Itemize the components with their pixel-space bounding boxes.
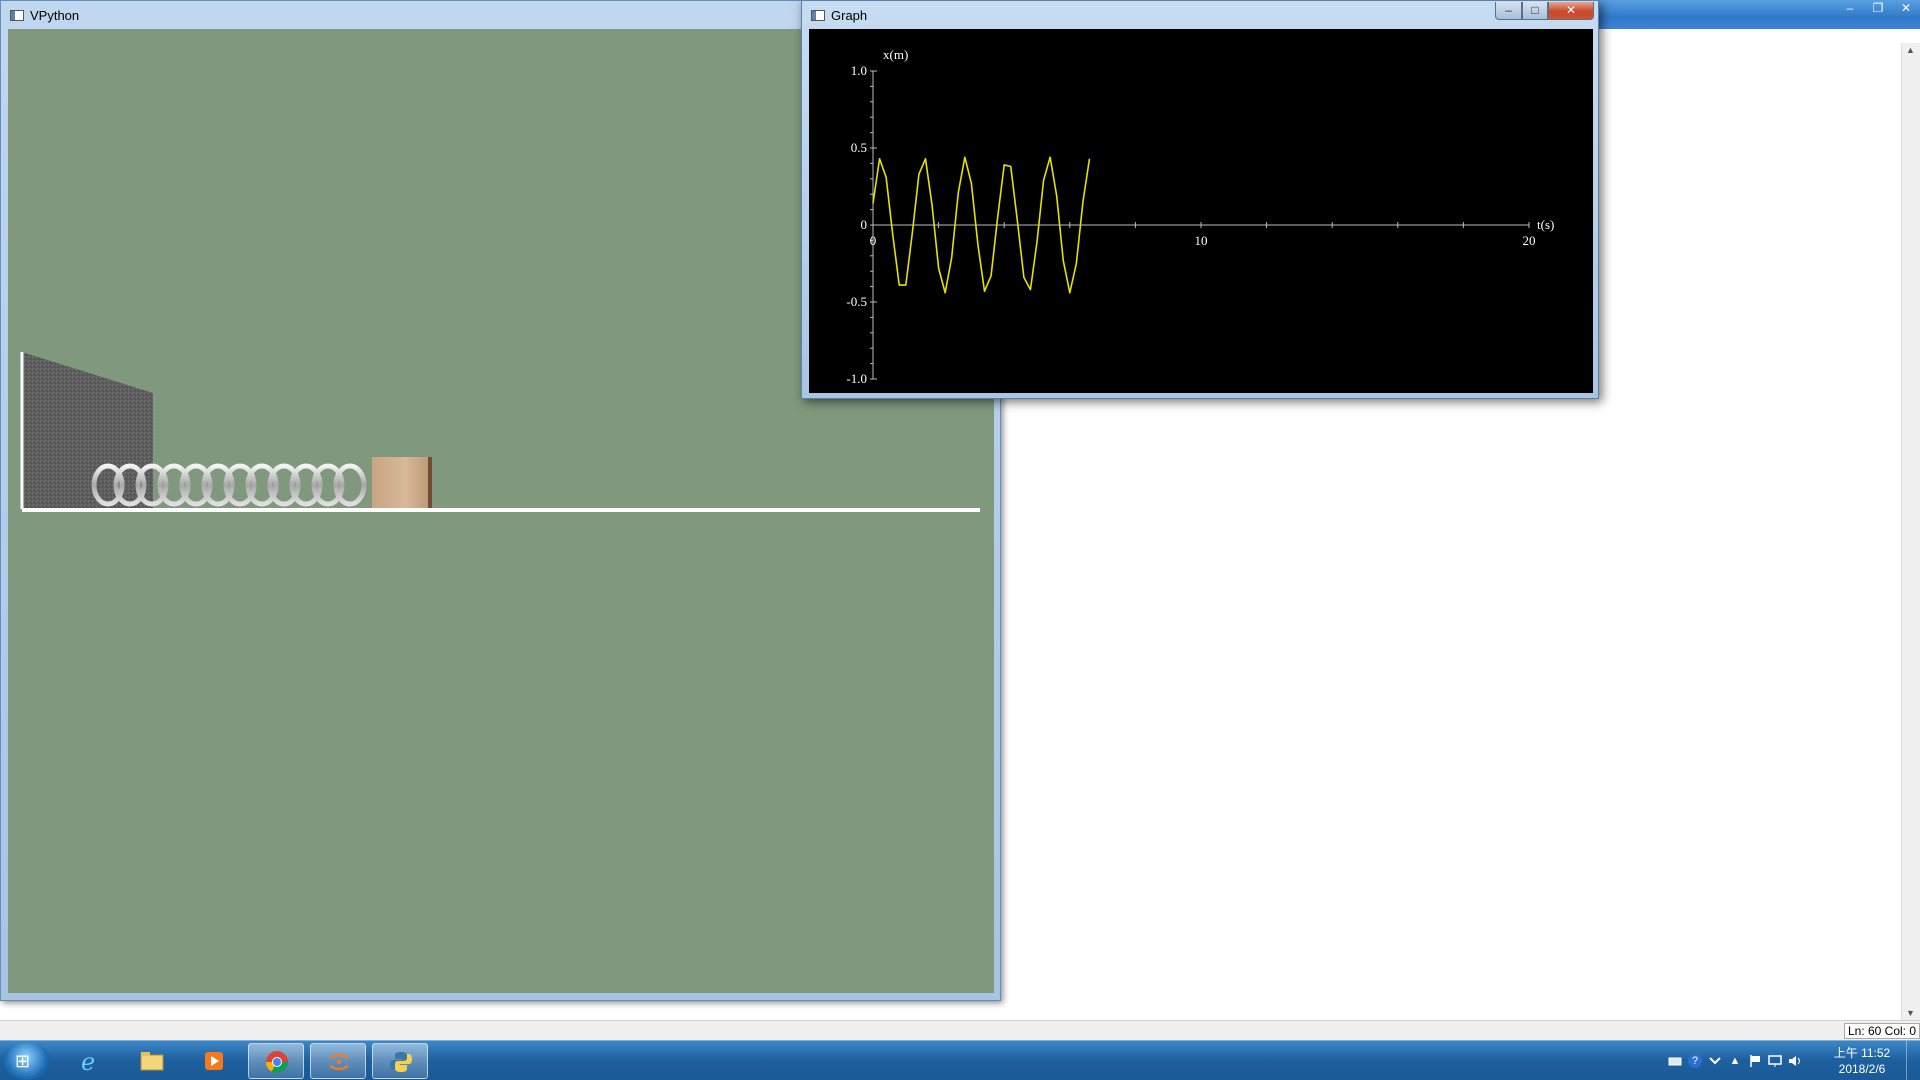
x-tick-label: 0 xyxy=(870,233,877,248)
clock-date: 2018/2/6 xyxy=(1838,1062,1886,1076)
mass-block xyxy=(372,457,428,509)
y-tick-label: -1.0 xyxy=(846,371,867,386)
x-tick-label: 20 xyxy=(1523,233,1536,248)
keyboard-icon[interactable] xyxy=(1668,1054,1682,1068)
y-tick-label: -0.5 xyxy=(846,294,867,309)
graph-window-title: Graph xyxy=(831,8,868,23)
network-icon[interactable] xyxy=(1768,1054,1782,1068)
mass-block-side xyxy=(428,457,432,509)
clock-time: 上午 11:52 xyxy=(1833,1046,1891,1060)
window-app-icon xyxy=(10,10,24,21)
cursor-position-status: Ln: 60 Col: 0 xyxy=(1843,1023,1920,1039)
window-app-icon xyxy=(811,10,825,21)
graph-titlebar[interactable]: Graph – □ ✕ xyxy=(802,1,1598,29)
show-desktop-button[interactable] xyxy=(1906,1041,1920,1080)
y-tick-label: 1.0 xyxy=(851,63,867,78)
media-player-icon xyxy=(205,1052,223,1070)
internet-explorer-icon: e xyxy=(81,1049,95,1073)
taskbar-app-orange[interactable] xyxy=(310,1043,366,1079)
y-tick-label: 0.5 xyxy=(851,140,867,155)
taskbar-python[interactable] xyxy=(372,1043,428,1079)
graph-maximize-button[interactable]: □ xyxy=(1522,2,1548,20)
start-button[interactable]: ⊞ xyxy=(2,1042,50,1080)
folder-icon xyxy=(140,1052,164,1071)
taskbar-clock[interactable]: 上午 11:52 2018/2/6 xyxy=(1826,1045,1898,1077)
volume-icon[interactable] xyxy=(1788,1054,1802,1068)
graph-minimize-button[interactable]: – xyxy=(1495,2,1522,20)
scroll-up-arrow-icon[interactable]: ▲ xyxy=(1906,45,1915,55)
background-close-button[interactable]: ✕ xyxy=(1892,0,1920,18)
scroll-down-arrow-icon[interactable]: ▼ xyxy=(1906,1008,1915,1018)
graph-close-button[interactable]: ✕ xyxy=(1548,2,1594,20)
chrome-icon xyxy=(266,1051,288,1073)
help-icon[interactable]: ? xyxy=(1688,1054,1702,1068)
python-icon xyxy=(390,1052,412,1072)
vpython-window-title: VPython xyxy=(30,8,80,23)
wall-block xyxy=(22,352,153,509)
x-axis-label: t(s) xyxy=(1537,217,1554,232)
graph-window-buttons: – □ ✕ xyxy=(1495,2,1594,20)
background-restore-button[interactable]: ❐ xyxy=(1864,0,1892,18)
action-center-flag-icon[interactable] xyxy=(1748,1054,1762,1068)
taskbar-chrome[interactable] xyxy=(248,1043,304,1079)
background-window-buttons: – ❐ ✕ xyxy=(1836,0,1920,18)
taskbar-media-player[interactable] xyxy=(186,1043,242,1079)
windows-logo-icon: ⊞ xyxy=(15,1051,31,1071)
graph-plot-area[interactable]: 0 10 20 1.0 0.5 0 -0.5 -1.0 x(m) t(s) xyxy=(809,29,1593,393)
status-bar: Ln: 60 Col: 0 xyxy=(0,1020,1920,1040)
taskbar: ⊞ e ? ▲ 上午 11:52 2018/2/6 xyxy=(0,1040,1920,1080)
y-tick-label: 0 xyxy=(861,217,868,232)
y-axis-label: x(m) xyxy=(883,47,908,62)
x-tick-label: 10 xyxy=(1195,233,1208,248)
show-hidden-icons-icon[interactable]: ▲ xyxy=(1728,1054,1742,1068)
orange-app-icon xyxy=(329,1053,349,1071)
taskbar-file-explorer[interactable] xyxy=(124,1043,180,1079)
svg-text:e: e xyxy=(81,1049,95,1073)
background-vertical-scrollbar[interactable]: ▲ ▼ xyxy=(1901,43,1920,1020)
background-minimize-button[interactable]: – xyxy=(1836,0,1864,18)
line-chart: 0 10 20 1.0 0.5 0 -0.5 -1.0 x(m) t(s) xyxy=(846,47,1554,386)
taskbar-internet-explorer[interactable]: e xyxy=(62,1043,118,1079)
graph-window[interactable]: Graph – □ ✕ 0 10 20 1.0 0.5 0 -0.5 -1.0 x(m) t(s) xyxy=(801,0,1599,399)
language-bar-icon[interactable] xyxy=(1708,1054,1722,1068)
